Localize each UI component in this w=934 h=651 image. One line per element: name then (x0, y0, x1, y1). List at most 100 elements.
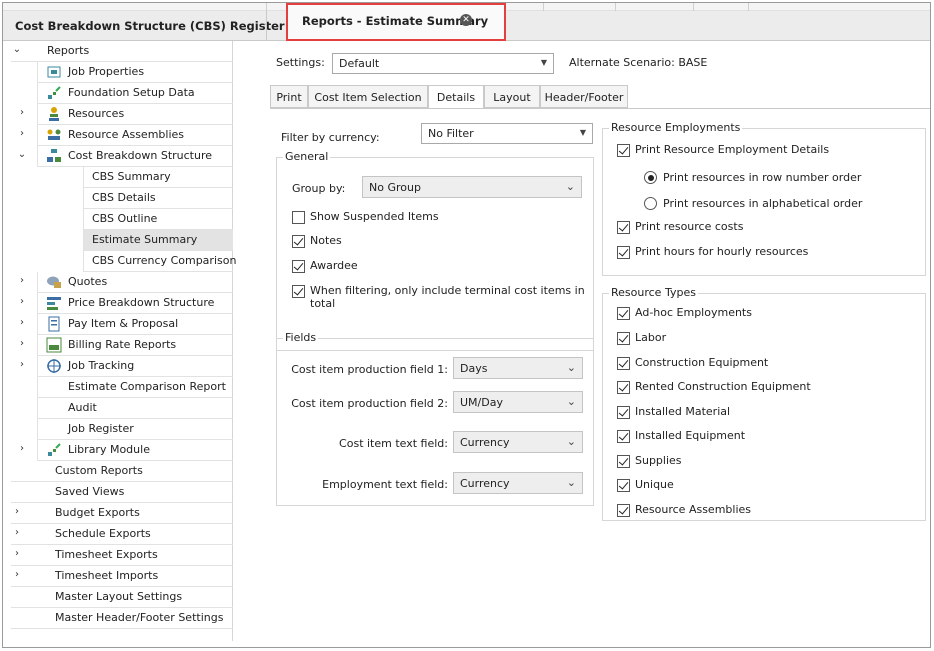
app-window: Cost Breakdown Structure (CBS) Register … (2, 2, 931, 648)
pay-item-icon (46, 316, 62, 332)
tree-item-library-module[interactable]: › Library Module (20, 440, 233, 461)
group-by-label: Group by: (292, 182, 346, 195)
reports-tree: ⌄ Reports Job Properties Foundation Setu… (11, 41, 236, 641)
tab-layout[interactable]: Layout (484, 85, 540, 108)
production-field-1-dropdown[interactable]: Days ⌄ (453, 357, 583, 379)
library-icon (46, 442, 62, 458)
type-installed-material-checkbox[interactable] (617, 406, 630, 419)
chevron-down-icon: ▼ (579, 128, 586, 137)
chevron-down-icon: ⌄ (566, 435, 576, 448)
print-resource-costs-checkbox[interactable] (617, 221, 630, 234)
show-suspended-checkbox[interactable] (292, 211, 305, 224)
tree-item-job-properties[interactable]: Job Properties (37, 62, 233, 83)
settings-dropdown[interactable]: Default ▼ (332, 53, 554, 74)
print-employment-details-checkbox[interactable] (617, 144, 630, 157)
type-installed-equipment-checkbox[interactable] (617, 430, 630, 443)
alphabetical-order-radio[interactable] (644, 197, 657, 210)
tree-item-quotes[interactable]: › Quotes (20, 272, 233, 293)
chevron-right-icon[interactable]: › (16, 295, 28, 309)
job-properties-icon (46, 64, 62, 80)
chevron-right-icon[interactable]: › (16, 274, 28, 288)
chevron-down-icon: ⌄ (566, 395, 576, 408)
awardee-checkbox[interactable] (292, 260, 305, 273)
employment-text-field-dropdown[interactable]: Currency ⌄ (453, 472, 583, 494)
tree-item-foundation-setup[interactable]: Foundation Setup Data (37, 83, 233, 104)
alternate-scenario-label: Alternate Scenario: BASE (569, 56, 708, 69)
chevron-right-icon[interactable]: › (16, 316, 28, 330)
resources-icon (46, 106, 62, 122)
tree-item-reports[interactable]: ⌄ Reports (11, 41, 233, 62)
chevron-down-icon: ⌄ (566, 361, 576, 374)
tree-item-job-register[interactable]: Job Register (37, 419, 233, 440)
tree-item-job-tracking[interactable]: › Job Tracking (20, 356, 233, 377)
notes-checkbox[interactable] (292, 235, 305, 248)
chevron-down-icon: ⌄ (565, 180, 575, 193)
production-field-2-dropdown[interactable]: UM/Day ⌄ (453, 391, 583, 413)
foundation-icon (46, 85, 62, 101)
assemblies-icon (46, 127, 62, 143)
chevron-right-icon[interactable]: › (16, 442, 28, 456)
chevron-down-icon[interactable]: ⌄ (11, 43, 23, 57)
tab-cost-item-selection[interactable]: Cost Item Selection (308, 85, 428, 108)
type-resource-assemblies-checkbox[interactable] (617, 504, 630, 517)
tracking-icon (46, 358, 62, 374)
tree-item-cost-breakdown[interactable]: ⌄ Cost Breakdown Structure (18, 146, 233, 167)
tree-item-master-header-footer[interactable]: Master Header/Footer Settings (11, 608, 233, 629)
row-order-radio[interactable] (644, 171, 657, 184)
tree-item-master-layout[interactable]: Master Layout Settings (11, 587, 233, 608)
register-title: Cost Breakdown Structure (CBS) Register (15, 19, 285, 33)
type-supplies-checkbox[interactable] (617, 455, 630, 468)
chevron-right-icon[interactable]: › (11, 547, 23, 561)
tree-item-saved-views[interactable]: Saved Views (11, 482, 233, 503)
tree-item-custom-reports[interactable]: Custom Reports (11, 461, 233, 482)
tree-item-billing-rate[interactable]: › Billing Rate Reports (20, 335, 233, 356)
type-unique-checkbox[interactable] (617, 479, 630, 492)
chevron-right-icon[interactable]: › (16, 127, 28, 141)
tree-item-cbs-details[interactable]: CBS Details (83, 188, 233, 209)
print-hours-checkbox[interactable] (617, 246, 630, 259)
tree-item-cbs-summary[interactable]: CBS Summary (83, 167, 233, 188)
chevron-down-icon: ⌄ (566, 476, 576, 489)
tree-item-cbs-currency-comparison[interactable]: CBS Currency Comparison (83, 251, 236, 272)
chevron-right-icon[interactable]: › (16, 358, 28, 372)
chevron-right-icon[interactable]: › (11, 505, 23, 519)
cost-item-text-field-dropdown[interactable]: Currency ⌄ (453, 431, 583, 453)
tab-details[interactable]: Details (428, 85, 484, 109)
tree-item-cbs-outline[interactable]: CBS Outline (83, 209, 233, 230)
chevron-right-icon[interactable]: › (16, 106, 28, 120)
price-breakdown-icon (46, 295, 62, 311)
settings-label: Settings: (276, 56, 325, 69)
tree-item-resource-assemblies[interactable]: › Resource Assemblies (20, 125, 233, 146)
close-icon[interactable]: ✕ (460, 14, 472, 26)
tab-header-footer[interactable]: Header/Footer (540, 85, 628, 108)
tree-item-budget-exports[interactable]: › Budget Exports (11, 503, 233, 524)
chevron-down-icon[interactable]: ⌄ (16, 148, 28, 162)
tree-item-resources[interactable]: › Resources (20, 104, 233, 125)
type-adhoc-checkbox[interactable] (617, 307, 630, 320)
tree-item-estimate-summary[interactable]: Estimate Summary (83, 230, 233, 251)
filter-currency-dropdown[interactable]: No Filter ▼ (421, 123, 593, 144)
chevron-right-icon[interactable]: › (16, 337, 28, 351)
chevron-right-icon[interactable]: › (11, 568, 23, 582)
group-by-dropdown[interactable]: No Group ⌄ (362, 176, 582, 198)
billing-icon (46, 337, 62, 353)
type-labor-checkbox[interactable] (617, 332, 630, 345)
report-settings-panel: Settings: Default ▼ Alternate Scenario: … (266, 41, 930, 647)
filter-currency-label: Filter by currency: (281, 131, 380, 144)
tree-item-audit[interactable]: Audit (37, 398, 233, 419)
tree-item-estimate-comparison[interactable]: Estimate Comparison Report (37, 377, 233, 398)
tree-item-schedule-exports[interactable]: › Schedule Exports (11, 524, 233, 545)
tab-print[interactable]: Print (270, 85, 308, 108)
type-rented-equipment-checkbox[interactable] (617, 381, 630, 394)
tree-item-timesheet-imports[interactable]: › Timesheet Imports (11, 566, 233, 587)
quotes-icon (46, 274, 62, 290)
chevron-right-icon[interactable]: › (11, 526, 23, 540)
chevron-down-icon: ▼ (540, 58, 547, 67)
tree-item-pay-item[interactable]: › Pay Item & Proposal (20, 314, 233, 335)
terminal-items-checkbox[interactable] (292, 285, 305, 298)
tab-reports-estimate-summary[interactable]: Reports - Estimate Summary ✕ (286, 3, 506, 41)
tree-item-timesheet-exports[interactable]: › Timesheet Exports (11, 545, 233, 566)
type-construction-equipment-checkbox[interactable] (617, 357, 630, 370)
cbs-icon (46, 148, 62, 164)
tree-item-price-breakdown[interactable]: › Price Breakdown Structure (20, 293, 233, 314)
